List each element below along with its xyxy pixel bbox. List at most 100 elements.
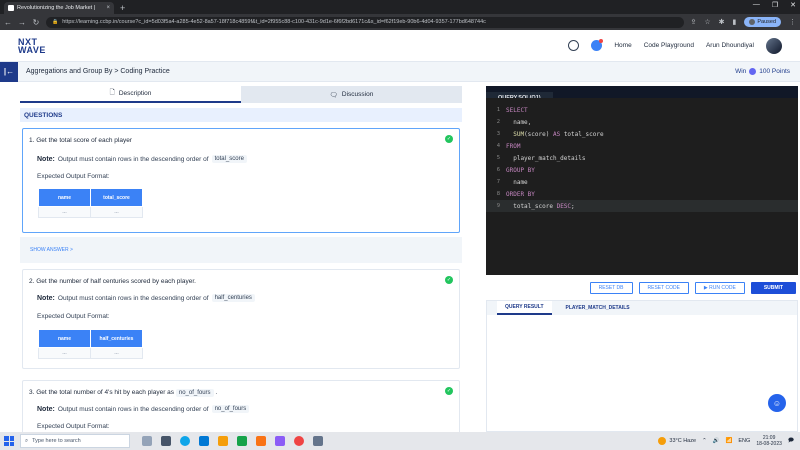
language-indicator[interactable]: ENG	[738, 438, 750, 444]
reload-icon[interactable]: ↻	[32, 18, 40, 27]
browser-tab-title: Revolutionizing the Job Market |	[17, 5, 96, 11]
clock[interactable]: 21:09 18-08-2023	[756, 435, 782, 447]
editor-actions: RESET DB RESET CODE ▶ RUN CODE SUBMIT	[486, 282, 798, 296]
nav-code-playground[interactable]: Code Playground	[644, 42, 694, 49]
check-icon: ✓	[445, 387, 453, 395]
code-editor[interactable]: 1 SELECT 2 name, 3 SUM(score) AS total_scor…	[486, 98, 798, 275]
code-line[interactable]: 2 name,	[486, 116, 798, 128]
forward-icon[interactable]: →	[18, 18, 26, 27]
reset-db-button[interactable]: RESET DB	[589, 282, 633, 294]
close-window-icon[interactable]: ✕	[790, 1, 796, 9]
document-icon: 🗋	[109, 89, 115, 96]
new-tab-icon[interactable]: +	[120, 2, 125, 14]
browser-tab[interactable]: Revolutionizing the Job Market | ×	[4, 2, 114, 14]
sidebar-toggle-button[interactable]: |←	[0, 61, 18, 82]
user-name[interactable]: Arun Dhoundiyal	[706, 42, 754, 49]
submit-button[interactable]: SUBMIT	[750, 282, 796, 294]
file-explorer-icon[interactable]	[218, 436, 228, 446]
app-icon[interactable]	[275, 436, 285, 446]
line-number: 8	[496, 191, 500, 197]
question-note: Note: Output must contain rows in the de…	[37, 155, 247, 163]
question-title-code: no_of_fours	[175, 389, 214, 397]
question-title: 3. Get the total number of 4's hit by ea…	[29, 389, 217, 397]
edge-icon[interactable]	[180, 436, 190, 446]
expected-output-table: name total_score ... ...	[38, 188, 143, 218]
code-line[interactable]: 4 FROM	[486, 140, 798, 152]
results-panel: QUERY RESULT PLAYER_MATCH_DETAILS	[486, 300, 798, 432]
chrome-icon[interactable]	[294, 436, 304, 446]
code-line[interactable]: 5 player_match_details	[486, 152, 798, 164]
code-text: total_score DESC;	[506, 202, 575, 210]
profile-paused-button[interactable]: Paused	[744, 17, 781, 27]
line-number: 7	[496, 179, 500, 185]
win-points: Win 100 Points	[735, 68, 790, 75]
tab-description[interactable]: 🗋 Description	[20, 86, 241, 103]
column-header: half_centuries	[90, 329, 143, 348]
notification-center-icon[interactable]: 🗩	[788, 437, 794, 446]
question-card-3[interactable]: 3. Get the total number of 4's hit by ea…	[22, 380, 460, 440]
code-line[interactable]: 9 total_score DESC;	[486, 200, 798, 212]
share-icon[interactable]: ⇪	[690, 18, 696, 26]
vlc-icon[interactable]	[256, 436, 266, 446]
line-number: 2	[496, 119, 500, 125]
tab-close-icon[interactable]: ×	[106, 5, 110, 11]
minecraft-icon[interactable]	[237, 436, 247, 446]
app-icon-2[interactable]	[313, 436, 323, 446]
nav-home[interactable]: Home	[614, 42, 631, 49]
notifications-icon[interactable]	[591, 39, 604, 51]
address-bar-icons: ⇪ ☆ ✱ ▮ Paused ⋮	[690, 17, 796, 27]
back-icon[interactable]: ←	[4, 18, 12, 27]
line-number: 5	[496, 155, 500, 161]
task-view-icon[interactable]	[161, 436, 171, 446]
minimize-icon[interactable]: —	[753, 1, 760, 9]
extensions-icon[interactable]: ✱	[719, 18, 725, 26]
code-token: name,	[506, 118, 532, 126]
speaker-icon[interactable]: 🔊	[713, 438, 720, 444]
line-number: 3	[496, 131, 500, 137]
question-title: 2. Get the number of half centuries scor…	[29, 278, 196, 285]
code-line[interactable]: 6 GROUP BY	[486, 164, 798, 176]
questions-header: QUESTIONS	[20, 108, 462, 122]
taskbar-search-input[interactable]: ⌕ Type here to search	[20, 434, 130, 448]
wifi-icon[interactable]: 📶	[726, 438, 733, 444]
tab-query-result[interactable]: QUERY RESULT	[497, 301, 552, 315]
weather-text: 33°C Haze	[669, 438, 697, 444]
avatar[interactable]	[766, 37, 782, 54]
chevron-up-icon[interactable]: ⌃	[702, 438, 707, 444]
question-card-2[interactable]: 2. Get the number of half centuries scor…	[22, 269, 460, 369]
cortana-icon[interactable]	[142, 436, 152, 446]
column-header: name	[38, 329, 91, 348]
code-line[interactable]: 8 ORDER BY	[486, 188, 798, 200]
help-chat-icon[interactable]: ☺	[768, 394, 786, 412]
url-input[interactable]: 🔒 https://learning.ccbp.in/course?c_id=5…	[46, 16, 685, 28]
weather-widget[interactable]: 33°C Haze	[658, 437, 696, 445]
store-icon[interactable]	[199, 436, 209, 446]
lock-icon: 🔒	[52, 19, 59, 25]
nxtwave-logo[interactable]: NXT WAVE	[18, 37, 46, 54]
expected-output-label: Expected Output Format:	[37, 423, 110, 430]
maximize-icon[interactable]: ❐	[772, 1, 778, 9]
code-text: GROUP BY	[506, 167, 535, 174]
code-line[interactable]: 1 SELECT	[486, 104, 798, 116]
taskbar-apps	[142, 436, 323, 446]
windows-start-icon[interactable]	[4, 436, 14, 446]
code-line[interactable]: 3 SUM(score) AS total_score	[486, 128, 798, 140]
menu-icon[interactable]: ⋮	[789, 18, 796, 26]
chat-icon: 🗨	[329, 91, 338, 99]
question-card-1[interactable]: 1. Get the total score of each player ✓ …	[22, 128, 460, 233]
streak-icon[interactable]	[568, 40, 580, 51]
run-code-button[interactable]: ▶ RUN CODE	[694, 282, 745, 294]
sidebar-icon[interactable]: ▮	[732, 18, 736, 26]
reset-code-button[interactable]: RESET CODE	[638, 282, 689, 294]
note-label: Note:	[37, 405, 55, 413]
tab-discussion[interactable]: 🗨 Discussion	[241, 86, 462, 103]
tab-player-match-details[interactable]: PLAYER_MATCH_DETAILS	[558, 301, 638, 315]
code-token: GROUP BY	[506, 166, 535, 174]
star-icon[interactable]: ☆	[704, 18, 710, 26]
line-number: 9	[496, 203, 500, 209]
search-icon: ⌕	[25, 437, 29, 444]
code-line[interactable]: 7 name	[486, 176, 798, 188]
browser-tab-bar: Revolutionizing the Job Market | × + — ❐…	[0, 0, 800, 14]
show-answer-button[interactable]: SHOW ANSWER >	[20, 237, 462, 263]
code-token: ;	[571, 202, 575, 210]
